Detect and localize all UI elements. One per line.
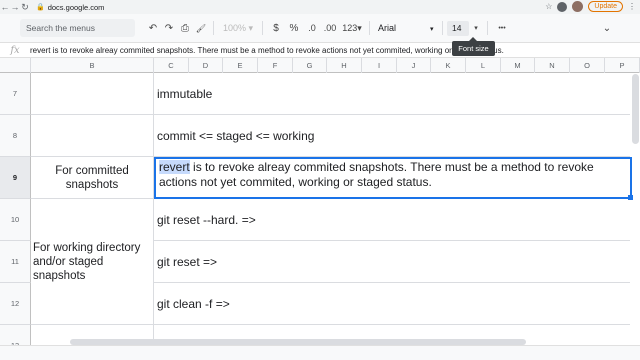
vertical-scrollbar[interactable] bbox=[632, 74, 639, 144]
undo-icon[interactable]: ↶ bbox=[145, 23, 161, 34]
cell-c9-active-editor[interactable]: revert is to revoke alreay commited snap… bbox=[154, 157, 633, 200]
select-all-corner[interactable] bbox=[0, 58, 31, 73]
row-header-13[interactable]: 13 bbox=[0, 325, 31, 345]
column-header-m[interactable]: M bbox=[501, 58, 535, 73]
column-header-c[interactable]: C bbox=[154, 58, 189, 73]
menu-search-input[interactable]: Search the menus (Option+/) bbox=[20, 19, 135, 51]
column-header-k[interactable]: K bbox=[431, 58, 466, 73]
toolbar-divider bbox=[487, 21, 488, 35]
update-button[interactable]: Update bbox=[588, 1, 623, 12]
browser-bar: ← → ↻ 🔒 docs.google.com ☆ Update ⋮ bbox=[0, 0, 640, 14]
row-header-10[interactable]: 10 bbox=[0, 199, 31, 241]
cell-b10-merged[interactable]: For working directory and/or staged snap… bbox=[31, 199, 154, 325]
bookmark-star-icon[interactable]: ☆ bbox=[545, 2, 552, 11]
cell-b9[interactable]: For committed snapshots bbox=[31, 157, 154, 199]
row-header-7[interactable]: 7 bbox=[0, 73, 31, 115]
cell-c7[interactable]: immutable bbox=[154, 73, 630, 115]
column-header-b[interactable]: B bbox=[31, 58, 154, 73]
cell-c11[interactable]: git reset => bbox=[154, 241, 630, 283]
toolbar-divider bbox=[369, 21, 370, 35]
decrease-decimals-button[interactable]: .0 bbox=[303, 23, 321, 33]
more-formats-button[interactable]: 123▾ bbox=[339, 23, 365, 34]
column-header-h[interactable]: H bbox=[327, 58, 362, 73]
back-icon[interactable]: ← bbox=[0, 2, 10, 12]
font-family-select[interactable]: Arial ▾ bbox=[374, 23, 438, 33]
cell-c8[interactable]: commit <= staged <= working bbox=[154, 115, 630, 157]
percent-format-button[interactable]: % bbox=[285, 23, 303, 34]
increase-decimals-button[interactable]: .00 bbox=[321, 23, 339, 33]
row-header-8[interactable]: 8 bbox=[0, 115, 31, 157]
spreadsheet-grid: B C D E F G H I J K L M N O P 7 immutabl… bbox=[0, 58, 640, 345]
avatar[interactable] bbox=[572, 1, 584, 12]
more-options-icon[interactable]: ••• bbox=[492, 25, 512, 32]
toolbar: Search the menus (Option+/) ↶ ↷ ⎙ 🖌 100%… bbox=[0, 14, 640, 51]
lock-icon: 🔒 bbox=[36, 4, 45, 11]
font-size-input[interactable]: 14 bbox=[447, 20, 469, 36]
column-header-d[interactable]: D bbox=[189, 58, 223, 73]
column-header-o[interactable]: O bbox=[570, 58, 605, 73]
cell-c12[interactable]: git clean -f => bbox=[154, 283, 630, 325]
browser-menu-icon[interactable]: ⋮ bbox=[628, 2, 636, 11]
row-header-9[interactable]: 9 bbox=[0, 157, 31, 199]
formula-bar: fx revert is to revoke alreay commited s… bbox=[0, 42, 640, 58]
font-size-dropdown-icon[interactable]: ▾ bbox=[469, 24, 483, 32]
fill-handle[interactable] bbox=[628, 195, 633, 200]
toolbar-divider bbox=[213, 21, 214, 35]
column-header-i[interactable]: I bbox=[362, 58, 397, 73]
font-size-tooltip: Font size bbox=[452, 37, 495, 56]
column-header-p[interactable]: P bbox=[605, 58, 640, 73]
cell-c9-text: is to revoke alreay commited snapshots. … bbox=[159, 160, 594, 189]
toolbar-divider bbox=[442, 21, 443, 35]
selected-text: revert bbox=[159, 160, 190, 174]
sheet-footer bbox=[0, 345, 640, 360]
column-header-e[interactable]: E bbox=[223, 58, 258, 73]
cell-b8[interactable] bbox=[31, 115, 154, 157]
extension-icon[interactable] bbox=[557, 1, 568, 12]
zoom-select[interactable]: 100% ▾ bbox=[218, 23, 258, 34]
formula-input[interactable]: revert is to revoke alreay commited snap… bbox=[30, 46, 504, 55]
column-header-f[interactable]: F bbox=[258, 58, 293, 73]
column-header-n[interactable]: N bbox=[535, 58, 570, 73]
column-header-l[interactable]: L bbox=[466, 58, 501, 73]
cell-c10[interactable]: git reset --hard. => bbox=[154, 199, 630, 241]
fx-icon: fx bbox=[10, 44, 20, 56]
row-header-11[interactable]: 11 bbox=[0, 241, 31, 283]
reload-icon[interactable]: ↻ bbox=[20, 2, 30, 13]
forward-icon[interactable]: → bbox=[10, 2, 20, 12]
currency-format-button[interactable]: $ bbox=[267, 23, 285, 34]
paint-format-icon[interactable]: 🖌 bbox=[193, 24, 209, 33]
column-header-row: B C D E F G H I J K L M N O P bbox=[0, 58, 640, 73]
redo-icon[interactable]: ↷ bbox=[161, 23, 177, 34]
cell-b7[interactable] bbox=[31, 73, 154, 115]
print-icon[interactable]: ⎙ bbox=[177, 23, 193, 34]
address-bar[interactable]: docs.google.com bbox=[48, 3, 105, 12]
column-header-j[interactable]: J bbox=[397, 58, 431, 73]
column-header-g[interactable]: G bbox=[293, 58, 327, 73]
collapse-toolbar-icon[interactable]: ⌄ bbox=[600, 23, 614, 34]
row-header-12[interactable]: 12 bbox=[0, 283, 31, 325]
toolbar-divider bbox=[262, 21, 263, 35]
